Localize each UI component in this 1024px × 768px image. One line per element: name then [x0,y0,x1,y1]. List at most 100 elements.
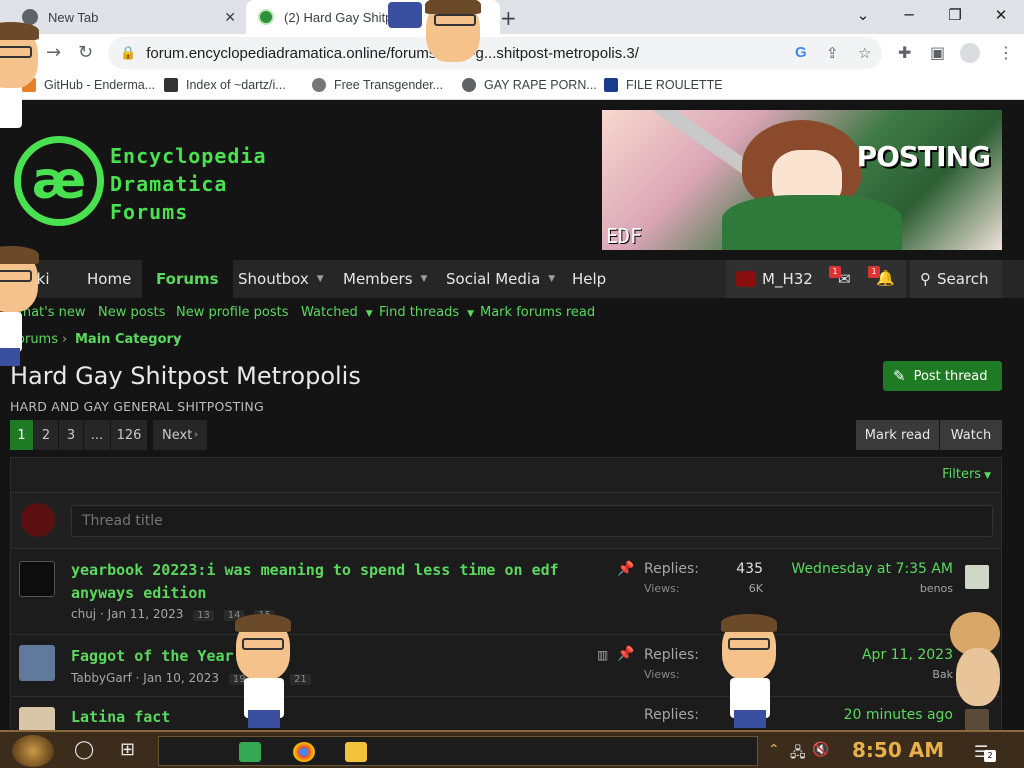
watch-button[interactable]: Watch [940,420,1002,450]
file-explorer-icon[interactable] [345,742,367,762]
last-post-date[interactable]: Wednesday at 7:35 AM [791,561,953,577]
thread-page-link[interactable]: 13 [193,610,214,621]
nav-help[interactable]: Help [572,260,606,298]
clock[interactable]: 8:50 AM [852,738,944,762]
bookmark-free[interactable]: Free Transgender... [312,78,443,92]
thread-title-input[interactable] [71,505,993,537]
replies-count: 435 [736,561,763,577]
thread-title-line: anyways edition [71,584,207,602]
page-ellipsis[interactable]: ... [84,420,110,450]
last-post-user[interactable]: benos [920,582,953,595]
site-header: æ Encyclopedia Dramatica Forums POSTING … [0,100,1024,260]
avatar[interactable] [19,645,55,681]
chrome-icon[interactable] [293,742,315,762]
volume-muted-icon[interactable]: 🔇 [812,742,829,758]
logo-line: Dramatica [110,172,228,196]
avatar[interactable] [965,709,989,730]
bookmark-star-icon[interactable]: ☆ [858,44,871,62]
site-icon [312,78,326,92]
side-panel-icon[interactable]: ▣ [930,43,945,62]
close-window-button[interactable]: ✕ [978,0,1024,30]
subnav-label: Watched [301,305,358,320]
nav-shoutbox[interactable]: Shoutbox ▼ [238,260,324,298]
hank-hair [425,0,481,14]
extensions-icon[interactable]: ✚ [898,43,911,62]
search-circle-icon[interactable]: ◯ [74,739,94,760]
task-view-icon[interactable]: ⊞ [120,739,135,760]
search-button[interactable]: ⚲ Search [910,260,1002,298]
tab-search-chevron-icon[interactable]: ⌄ [840,0,886,30]
page-2[interactable]: 2 [34,420,58,450]
mark-read-button[interactable]: Mark read [856,420,939,450]
start-button[interactable] [12,735,54,767]
nav-home[interactable]: Home [87,260,131,298]
reload-icon[interactable]: ↻ [78,42,93,63]
last-post-date[interactable]: Apr 11, 2023 [862,647,953,663]
subnav-mark-forums-read[interactable]: Mark forums read [480,305,595,320]
thread-author[interactable]: chuj [71,607,96,621]
bookmark-file-roulette[interactable]: FILE ROULETTE [604,78,723,92]
forward-icon[interactable]: → [46,42,61,63]
subnav-find-threads[interactable]: Find threads ▼ [379,305,474,320]
subnav-new-profile-posts[interactable]: New profile posts [176,305,289,320]
page-title: Hard Gay Shitpost Metropolis [10,362,361,390]
glasses-icon [242,638,284,650]
taskbar: ◯ ⊞ ⌃ 🖧 🔇 8:50 AM ☰ 2 [0,730,1024,768]
caret-down-icon: ▼ [316,274,324,284]
thread-page-link[interactable]: 21 [290,674,311,685]
thread-title[interactable]: Faggot of the Year [71,645,234,668]
filters-button[interactable]: Filters ▼ [942,467,991,482]
avatar[interactable] [19,561,55,597]
menu-icon[interactable]: ⋮ [998,43,1014,62]
banner-corner-text: EDF [606,224,643,248]
user-menu[interactable]: M_H32 ✉ 1 🔔 1 [726,260,906,298]
hank-body [0,88,22,128]
logo-text[interactable]: Encyclopedia Dramatica Forums [110,142,267,226]
subnav-watched[interactable]: Watched ▼ [301,305,373,320]
table-row[interactable]: yearbook 20223:i was meaning to spend le… [11,548,1001,634]
thread-title[interactable]: Latina fact [71,706,170,729]
nav-members[interactable]: Members ▼ [343,260,427,298]
sheets-icon[interactable] [239,742,261,762]
taskbar-apps [158,736,758,766]
chevron-up-icon[interactable]: ⌃ [768,742,780,758]
caret-down-icon: ▼ [984,471,991,481]
next-page-button[interactable]: Next › [153,420,207,450]
page-3[interactable]: 3 [59,420,83,450]
views-count: 6K [748,582,763,595]
avatar[interactable] [19,707,55,730]
profile-avatar[interactable] [960,43,980,63]
header-banner-image: POSTING EDF [602,110,1002,250]
site-logo[interactable]: æ [14,136,104,226]
nav-label: Help [572,270,607,288]
thread-date[interactable]: Jan 10, 2023 [143,671,219,685]
caret-down-icon: ▼ [548,274,556,284]
subnav-new-posts[interactable]: New posts [98,305,165,320]
network-icon[interactable]: 🖧 [790,742,806,766]
thread-title-line: Faggot of the Year [71,647,234,665]
nav-social-media[interactable]: Social Media ▼ [446,260,555,298]
thread-author[interactable]: TabbyGarf [71,671,132,685]
google-icon[interactable]: G [795,44,807,61]
table-row[interactable]: Latina fact Replies: 0 20 minutes ago [11,696,1001,730]
page-1[interactable]: 1 [10,420,33,450]
forum-page: æ Encyclopedia Dramatica Forums POSTING … [0,100,1024,730]
bookmark-gay[interactable]: GAY RAPE PORN... [462,78,597,92]
bookmark-index[interactable]: Index of ~dartz/i... [164,78,286,92]
nav-forums[interactable]: Forums [142,260,233,298]
thread-date[interactable]: Jan 11, 2023 [108,607,184,621]
post-thread-button[interactable]: ✎ Post thread [883,361,1002,391]
avatar[interactable] [965,565,989,589]
nav-label: Members [343,270,413,288]
minimize-button[interactable]: ─ [886,0,932,30]
hamster-body [956,648,1000,706]
bookmark-github[interactable]: GitHub - Enderma... [22,78,155,92]
last-post-date[interactable]: 20 minutes ago [844,707,953,723]
breadcrumb-main-category[interactable]: Main Category [75,332,181,347]
restore-button[interactable]: ❐ [932,0,978,30]
page-126[interactable]: 126 [111,420,147,450]
share-icon[interactable]: ⇪ [826,44,839,62]
table-row[interactable]: Faggot of the Year TabbyGarf · Jan 10, 2… [11,634,1001,696]
thread-title[interactable]: yearbook 20223:i was meaning to spend le… [71,559,559,605]
close-icon[interactable]: ✕ [224,9,236,26]
